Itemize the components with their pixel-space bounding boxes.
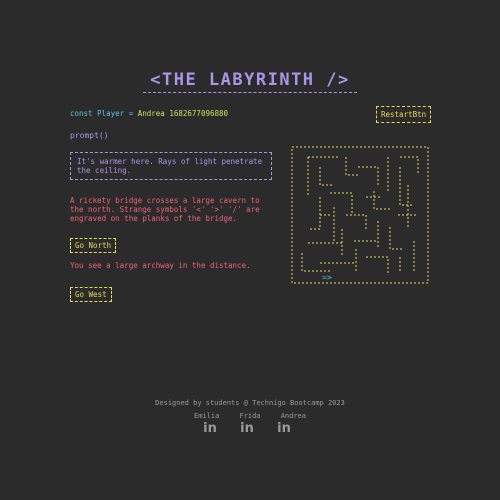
location-description: It's warmer here. Rays of light penetrat…: [70, 152, 272, 180]
maze-inner-walls: [301, 156, 419, 273]
maze-walls: [291, 146, 429, 284]
go-north-button[interactable]: Go North: [70, 238, 117, 253]
game-title: <THE LABYRINTH />: [143, 70, 357, 93]
story-text-north: A rickety bridge crosses a large cavern …: [70, 196, 260, 223]
restart-button[interactable]: RestartBtn: [376, 106, 432, 123]
linkedin-icon[interactable]: in: [197, 421, 223, 436]
linkedin-icon[interactable]: in: [234, 421, 260, 436]
linkedin-icon[interactable]: in: [271, 421, 297, 436]
prompt-label: prompt(): [70, 131, 109, 140]
footer-credit: Designed by students @ Technigo Bootcamp…: [155, 399, 345, 407]
player-arrow-icon: =>: [322, 273, 332, 282]
maze-map: =>: [290, 145, 430, 285]
player-line: const Player = Andrea 1682677096880: [70, 109, 228, 118]
go-west-button[interactable]: Go West: [70, 287, 112, 302]
maze-svg: =>: [291, 146, 429, 284]
author-names: Emilia Frida Andrea: [194, 412, 306, 420]
player-prefix: const Player =: [70, 109, 138, 118]
player-name: Andrea 1682677096880: [137, 109, 229, 118]
author-name: Andrea: [280, 412, 306, 420]
author-name: Frida: [239, 412, 261, 420]
social-links: in in in: [197, 421, 297, 436]
story-text-west: You see a large archway in the distance.: [70, 261, 251, 270]
author-name: Emilia: [194, 412, 220, 420]
